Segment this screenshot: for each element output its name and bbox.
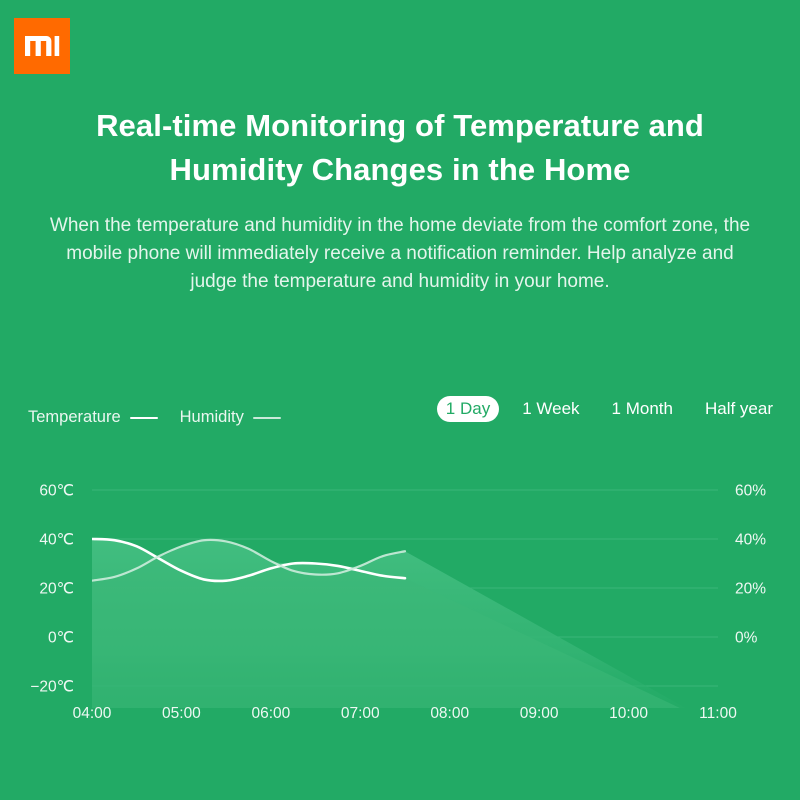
y-axis-left-tick: 40℃: [39, 532, 74, 549]
x-axis-tick: 07:00: [341, 705, 380, 722]
legend-label-humidity: Humidity: [179, 408, 244, 426]
x-axis-tick: 04:00: [73, 705, 112, 722]
series-area-fill-secondary: [92, 558, 680, 708]
chart-y-axis-right-labels: 60% 40% 20% 0%: [735, 483, 766, 647]
y-axis-right-tick: 20%: [735, 581, 766, 598]
legend-label-temperature: Temperature: [28, 408, 121, 426]
legend-item-humidity: Humidity: [180, 408, 281, 427]
chart-legend: Temperature Humidity: [28, 408, 281, 427]
x-axis-tick: 05:00: [162, 705, 201, 722]
tab-half-year[interactable]: Half year: [696, 396, 782, 422]
chart-y-axis-left-labels: 60℃ 40℃ 20℃ 0℃ −20℃: [30, 483, 74, 696]
tab-1-day[interactable]: 1 Day: [436, 396, 500, 422]
y-axis-right-tick: 40%: [735, 532, 766, 549]
page-description: When the temperature and humidity in the…: [49, 215, 751, 292]
y-axis-right-tick: 60%: [735, 483, 766, 500]
temperature-humidity-chart: 60℃ 40℃ 20℃ 0℃ −20℃ 60% 40% 20% 0% 04:00 05:00 06…: [0, 466, 800, 726]
infographic-page: Real-time Monitoring of Temperature and …: [0, 0, 800, 800]
x-axis-tick: 10:00: [609, 705, 648, 722]
y-axis-left-tick: 0℃: [48, 630, 74, 647]
y-axis-right-tick: 0%: [735, 630, 758, 647]
tab-1-week[interactable]: 1 Week: [513, 396, 588, 422]
legend-item-temperature: Temperature: [28, 408, 158, 427]
y-axis-left-tick: 20℃: [39, 581, 74, 598]
x-axis-tick: 11:00: [699, 705, 737, 722]
chart-area-fill: [92, 539, 686, 708]
x-axis-tick: 06:00: [251, 705, 290, 722]
tab-1-month[interactable]: 1 Month: [603, 396, 682, 422]
y-axis-left-tick: −20℃: [30, 679, 74, 696]
x-axis-tick: 08:00: [430, 705, 469, 722]
legend-line-temperature-icon: [129, 416, 158, 419]
time-range-selector: 1 Day 1 Week 1 Month Half year: [436, 396, 782, 422]
x-axis-tick: 09:00: [520, 705, 559, 722]
xiaomi-mi-logo: [14, 18, 70, 74]
page-title: Real-time Monitoring of Temperature and …: [96, 108, 704, 187]
legend-line-humidity-icon: [252, 416, 281, 419]
y-axis-left-tick: 60℃: [39, 483, 74, 500]
